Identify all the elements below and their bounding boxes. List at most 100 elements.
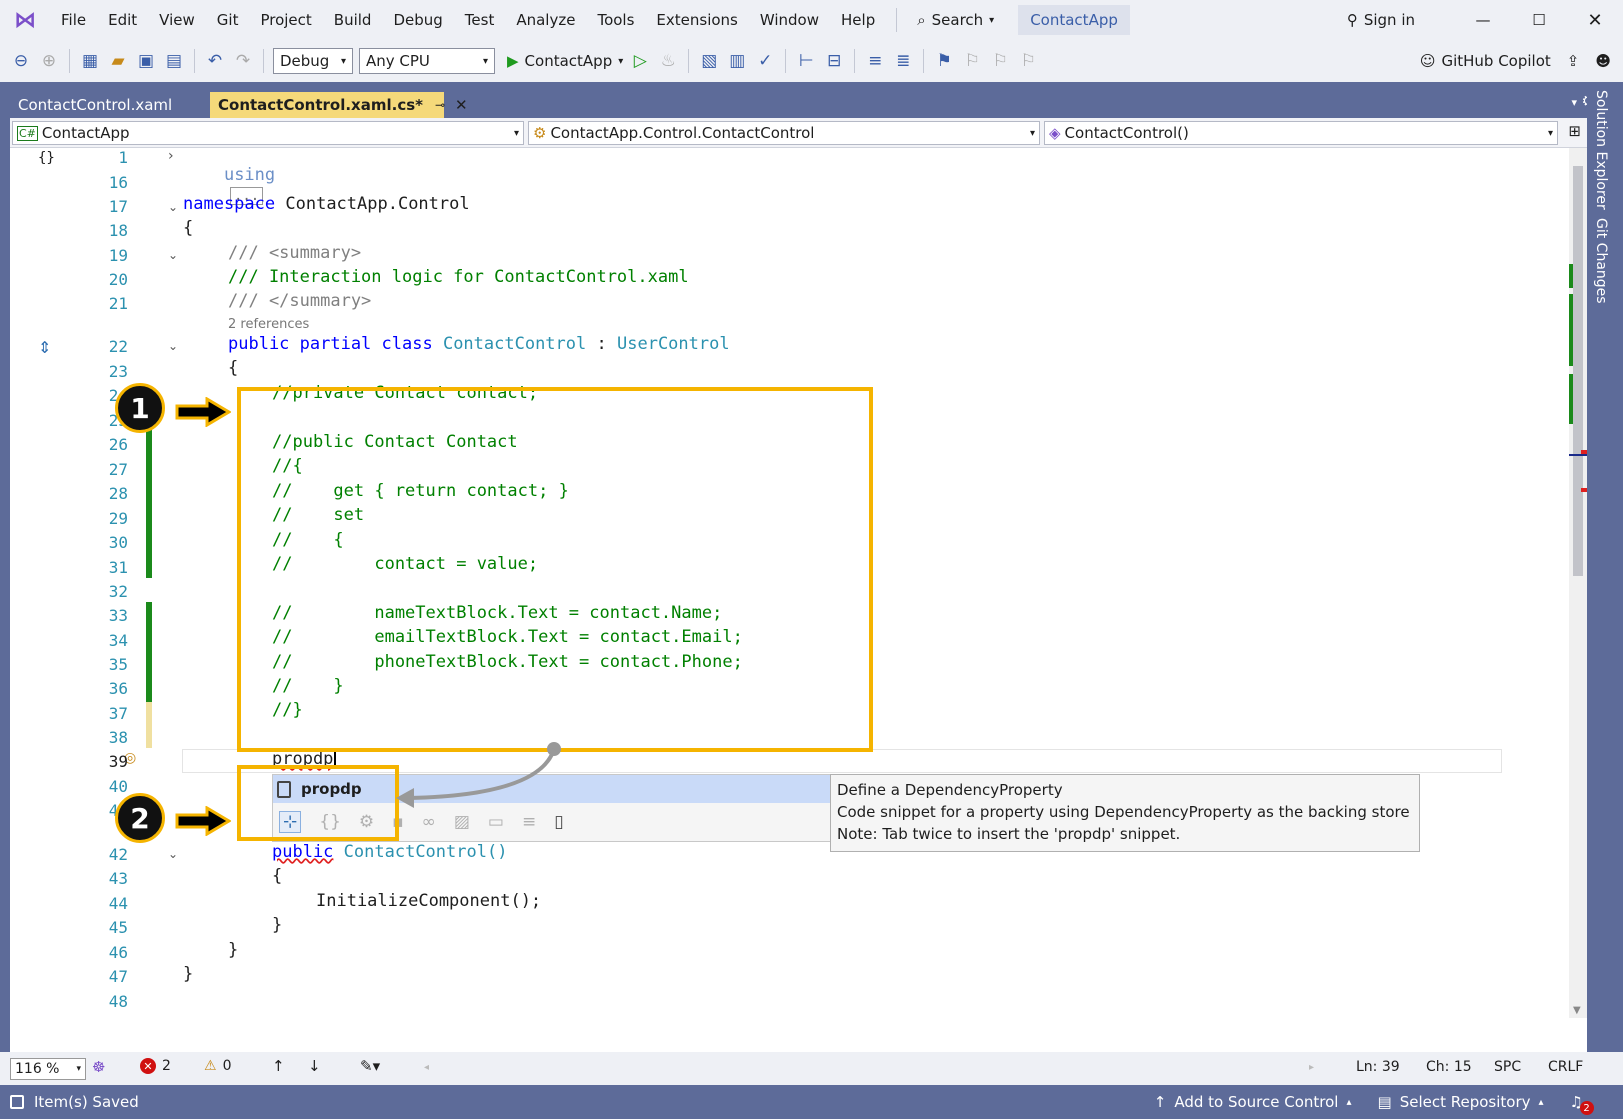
pin-icon[interactable]: ⊸ xyxy=(435,98,445,112)
tab-label: ContactControl.xaml xyxy=(18,96,173,114)
line-indicator[interactable]: Ln: 39 xyxy=(1356,1059,1400,1075)
module-filter-icon[interactable]: ▨ xyxy=(454,812,470,832)
copilot-button[interactable]: ☺ GitHub Copilot ⇪ ☻ xyxy=(1420,52,1611,70)
menu-project[interactable]: Project xyxy=(249,11,322,29)
close-icon[interactable]: ✕ xyxy=(455,96,468,114)
new-project-icon[interactable]: ▦ xyxy=(79,50,101,72)
start-without-debugging-icon[interactable]: ▷ xyxy=(629,50,651,72)
back-icon[interactable]: ⊖ xyxy=(10,50,32,72)
next-bookmark-icon[interactable]: ⚐ xyxy=(989,50,1011,72)
line-number: 36 xyxy=(108,679,128,698)
collapse-all-icon[interactable]: {} xyxy=(38,150,55,166)
menu-build[interactable]: Build xyxy=(323,11,383,29)
line-ending-indicator[interactable]: CRLF xyxy=(1548,1059,1583,1075)
menu-help[interactable]: Help xyxy=(830,11,886,29)
scroll-down-icon[interactable]: ▼ xyxy=(1573,1005,1581,1016)
error-icon: ✕ xyxy=(140,1058,156,1074)
chevron-down-icon: ▾ xyxy=(618,55,624,67)
warnings-indicator[interactable]: ⚠ 0 xyxy=(204,1058,231,1074)
notifications-button[interactable]: ♫ 2 xyxy=(1570,1093,1594,1115)
maximize-icon[interactable]: ☐ xyxy=(1511,11,1567,29)
project-dropdown[interactable]: C# ContactApp ▾ xyxy=(12,121,524,145)
tab-contactcontrol-xaml-cs[interactable]: ContactControl.xaml.cs* ⊸ ✕ xyxy=(210,92,468,118)
sign-in-button[interactable]: ⚲ Sign in xyxy=(1347,11,1415,29)
errors-indicator[interactable]: ✕ 2 xyxy=(140,1058,171,1074)
menu-debug[interactable]: Debug xyxy=(382,11,453,29)
tab-dropdown-icon[interactable]: ▾ xyxy=(1571,96,1577,109)
bookmark-icon[interactable]: ⚑ xyxy=(933,50,955,72)
menu-file[interactable]: File xyxy=(50,11,97,29)
interface-filter-icon[interactable]: ▭ xyxy=(488,812,504,832)
select-repository-button[interactable]: ▤ Select Repository ▴ xyxy=(1378,1093,1544,1111)
snippet-filter-icon[interactable]: ▯ xyxy=(554,812,563,832)
menu-view[interactable]: View xyxy=(148,11,206,29)
git-changes-tab[interactable]: Git Changes xyxy=(1593,218,1609,304)
column-indicator[interactable]: Ch: 15 xyxy=(1426,1059,1472,1075)
line-number: 20 xyxy=(108,270,128,289)
line-number: 40 xyxy=(108,777,128,796)
collapse-icon[interactable]: ⌄ xyxy=(168,248,178,262)
menu-analyze[interactable]: Analyze xyxy=(505,11,586,29)
collapse-icon[interactable]: ⌄ xyxy=(168,200,178,214)
code-lens-icon[interactable]: ⇕ xyxy=(38,338,51,357)
enum-filter-icon[interactable]: ≡ xyxy=(522,812,536,832)
hot-reload-icon[interactable]: ♨ xyxy=(657,50,679,72)
link-filter-icon[interactable]: ∞ xyxy=(422,812,436,832)
forward-icon[interactable]: ⊕ xyxy=(38,50,60,72)
add-to-source-control-button[interactable]: ↑ Add to Source Control ▴ xyxy=(1154,1093,1352,1111)
menu-tools[interactable]: Tools xyxy=(586,11,645,29)
outdent-icon[interactable]: ≣ xyxy=(892,50,914,72)
code-line-45: } xyxy=(272,915,283,935)
prev-issue-icon[interactable]: ↑ xyxy=(272,1057,285,1075)
menu-test[interactable]: Test xyxy=(454,11,506,29)
close-icon[interactable]: ✕ xyxy=(1567,10,1623,31)
collapse-icon[interactable]: ⌄ xyxy=(168,339,178,353)
vertical-scrollbar[interactable]: ▼ xyxy=(1569,148,1587,1018)
brush-icon[interactable]: ✎▾ xyxy=(360,1057,380,1075)
code-lens-references[interactable]: 2 references xyxy=(228,317,309,332)
arrow-up-icon: ↑ xyxy=(1153,1093,1167,1111)
split-editor-icon[interactable]: ⊞ xyxy=(1568,122,1581,140)
tooltip-description: Code snippet for a property using Depend… xyxy=(837,803,1410,821)
platform-select[interactable]: Any CPU ▾ xyxy=(359,48,495,74)
whitespace-indicator[interactable]: SPC xyxy=(1494,1059,1521,1075)
menu-git[interactable]: Git xyxy=(206,11,250,29)
solution-explorer-tab[interactable]: Solution Explorer xyxy=(1593,90,1609,210)
spellcheck-icon[interactable]: ✓ xyxy=(754,50,776,72)
indent-icon[interactable]: ≡ xyxy=(864,50,886,72)
next-issue-icon[interactable]: ↓ xyxy=(308,1057,321,1075)
scrollbar-thumb[interactable] xyxy=(1573,166,1583,576)
save-all-icon[interactable]: ▤ xyxy=(163,50,185,72)
tab-contactcontrol-xaml[interactable]: ContactControl.xaml xyxy=(10,92,205,118)
layout-icon[interactable]: ▥ xyxy=(726,50,748,72)
undo-icon[interactable]: ↶ xyxy=(204,50,226,72)
callout-badge-2: 2 xyxy=(115,793,165,843)
member-dropdown[interactable]: ◈ ContactControl() ▾ xyxy=(1044,121,1558,145)
chevron-down-icon: ▾ xyxy=(513,127,519,139)
collapse-icon[interactable]: ⌄ xyxy=(168,847,178,861)
menu-edit[interactable]: Edit xyxy=(97,11,148,29)
type-dropdown[interactable]: ⚙ ContactApp.Control.ContactControl ▾ xyxy=(528,121,1040,145)
share-icon[interactable]: ⇪ xyxy=(1567,52,1580,70)
clear-bookmark-icon[interactable]: ⚐ xyxy=(1017,50,1039,72)
prev-bookmark-icon[interactable]: ⚐ xyxy=(961,50,983,72)
save-icon[interactable]: ▣ xyxy=(135,50,157,72)
search-box[interactable]: ⌕ Search ▾ xyxy=(907,11,1004,29)
step-icon[interactable]: ⊢ xyxy=(795,50,817,72)
code-cleanup-icon[interactable]: ☸ xyxy=(92,1058,105,1076)
solution-explorer-icon[interactable]: ▧ xyxy=(698,50,720,72)
menu-window[interactable]: Window xyxy=(749,11,830,29)
horizontal-scrollbar[interactable]: ◂ ▸ xyxy=(424,1062,1314,1074)
start-debugging-button[interactable]: ▶ ContactApp ▾ xyxy=(507,52,623,70)
zoom-select[interactable]: 116 % ▾ xyxy=(10,1058,86,1080)
diff-icon[interactable]: ⊟ xyxy=(823,50,845,72)
config-select[interactable]: Debug ▾ xyxy=(273,48,353,74)
line-number: 31 xyxy=(108,558,128,577)
menu-extensions[interactable]: Extensions xyxy=(645,11,748,29)
redo-icon[interactable]: ↷ xyxy=(232,50,254,72)
expand-icon[interactable]: › xyxy=(168,148,174,164)
vs-logo-icon[interactable]: ⋈ xyxy=(0,8,50,33)
feedback-icon[interactable]: ☻ xyxy=(1595,52,1611,70)
open-folder-icon[interactable]: ▰ xyxy=(107,50,129,72)
minimize-icon[interactable]: — xyxy=(1455,11,1511,29)
